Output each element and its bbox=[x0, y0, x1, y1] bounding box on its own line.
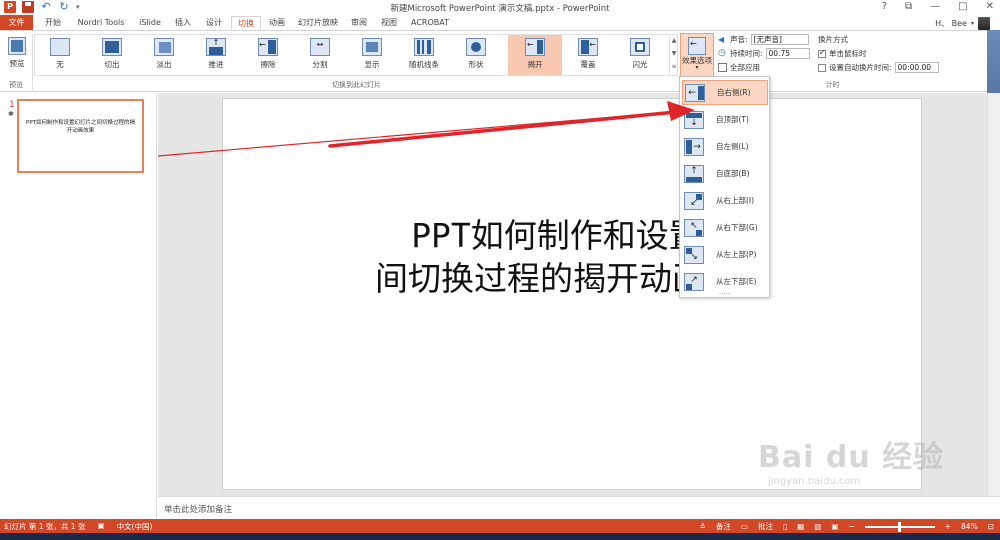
arrow-head bbox=[667, 101, 695, 121]
notes-toggle[interactable]: 备注 bbox=[716, 521, 731, 532]
arrow-shaft bbox=[328, 110, 678, 148]
zoom-slider[interactable] bbox=[864, 521, 935, 532]
zoom-out-button[interactable]: − bbox=[848, 522, 854, 531]
comments-toggle[interactable]: 批注 bbox=[758, 521, 773, 532]
zoom-slider-thumb[interactable] bbox=[898, 521, 902, 532]
slide-info: 幻灯片 第 1 张，共 1 张 bbox=[4, 522, 86, 531]
comments-icon: ▭ bbox=[740, 522, 749, 531]
reading-view-icon[interactable]: ▥ bbox=[814, 522, 821, 531]
normal-view-icon[interactable]: ▯ bbox=[783, 522, 787, 531]
windows-taskbar bbox=[0, 533, 1000, 540]
zoom-in-button[interactable]: + bbox=[945, 522, 951, 531]
slide-sorter-icon[interactable]: ▦ bbox=[797, 522, 804, 531]
zoom-level[interactable]: 84% bbox=[961, 522, 978, 531]
language-indicator[interactable]: 中文(中国) bbox=[117, 521, 153, 532]
status-bar: 幻灯片 第 1 张，共 1 张 ▣ 中文(中国) ≙ 备注 ▭ 批注 ▯ ▦ ▥… bbox=[0, 519, 1000, 533]
spell-check-icon[interactable]: ▣ bbox=[97, 521, 104, 532]
annotation-arrow bbox=[157, 101, 695, 157]
fit-slide-icon[interactable]: ⊡ bbox=[988, 522, 994, 531]
slideshow-icon[interactable]: ▣ bbox=[831, 522, 838, 531]
notes-icon: ≙ bbox=[699, 522, 706, 531]
